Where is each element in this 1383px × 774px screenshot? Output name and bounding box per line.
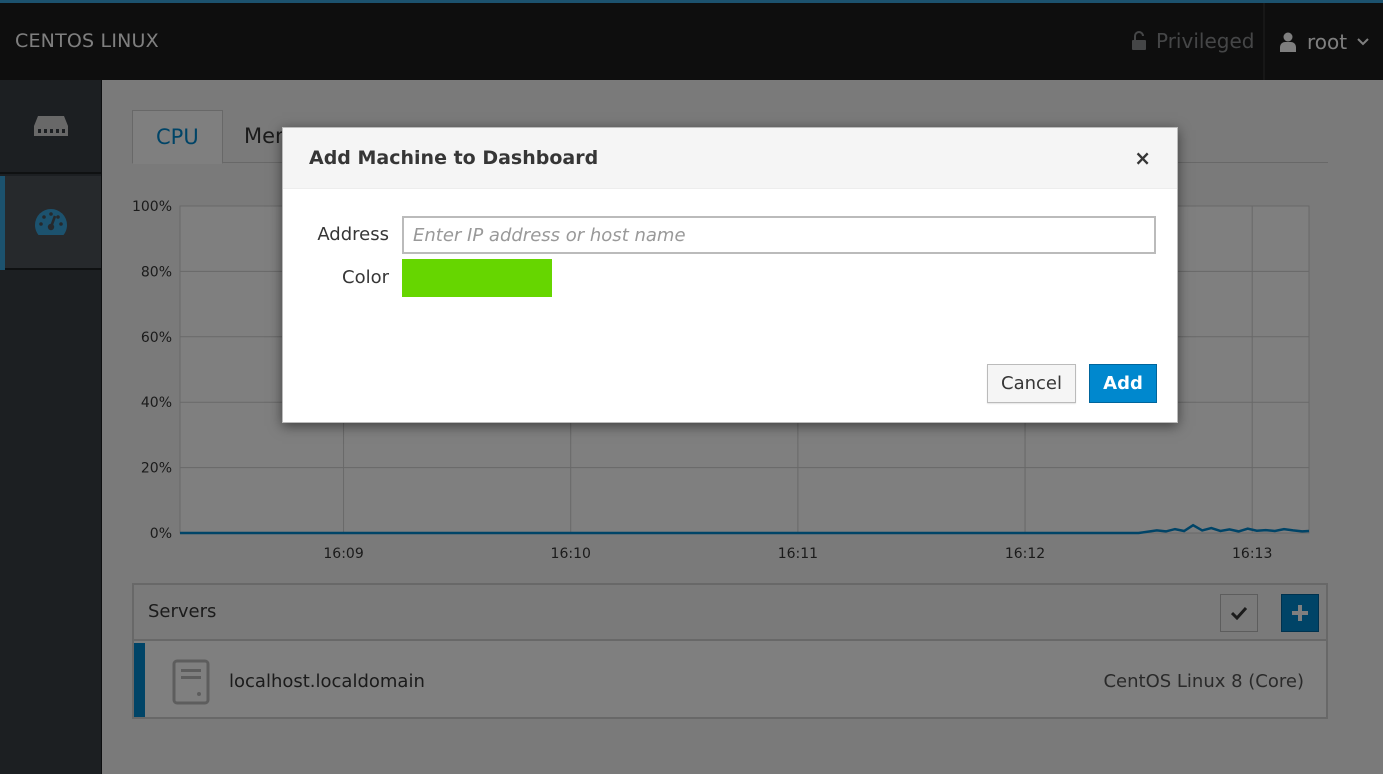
close-icon[interactable]: × — [1134, 146, 1151, 170]
address-input[interactable] — [402, 216, 1156, 254]
dialog-title: Add Machine to Dashboard — [309, 147, 599, 169]
color-picker[interactable] — [402, 259, 552, 297]
color-label: Color — [342, 267, 389, 288]
dialog-header: Add Machine to Dashboard × — [283, 128, 1177, 189]
address-label: Address — [317, 224, 389, 245]
cancel-button[interactable]: Cancel — [987, 364, 1076, 403]
add-machine-dialog: Add Machine to Dashboard × Address Color… — [282, 127, 1178, 423]
add-button[interactable]: Add — [1089, 364, 1157, 403]
